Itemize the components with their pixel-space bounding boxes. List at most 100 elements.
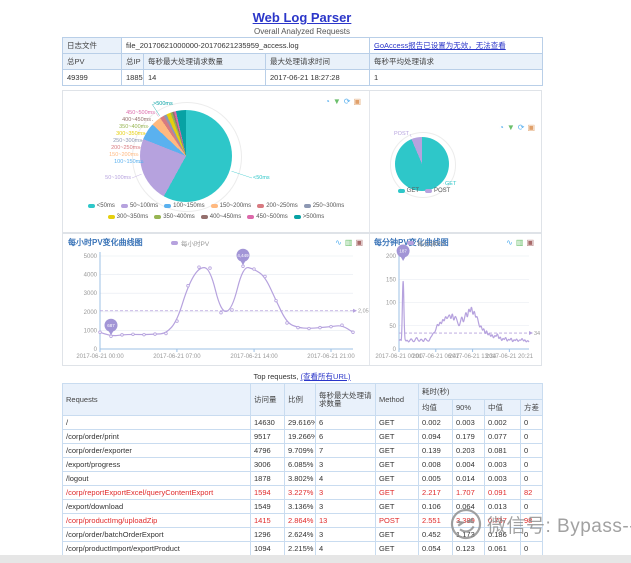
legend-item[interactable]: POST — [425, 188, 450, 194]
svg-text:150: 150 — [386, 277, 397, 283]
table-cell: 1094 — [251, 542, 285, 556]
pie-slice-label: <50ms — [253, 175, 270, 181]
legend-item[interactable]: 150~200ms — [211, 203, 252, 209]
legend-item[interactable]: 300~350ms — [108, 214, 149, 220]
view-all-urls-link[interactable]: (查看所有URL) — [301, 372, 351, 381]
pie-slice-label: 200~250ms — [111, 145, 140, 151]
legend-item[interactable]: >500ms — [294, 214, 325, 220]
method-pie-section: ◔ ▼ ⟳ ▣ POSTGET GETPOST — [369, 91, 540, 232]
col-max-per-sec: 每秒最大处理请求数量 — [316, 384, 376, 416]
svg-text:2017-06-21 00:00: 2017-06-21 00:00 — [76, 354, 124, 360]
legend-label: 350~400ms — [163, 214, 195, 220]
save-image-icon[interactable]: ▣ — [527, 123, 535, 132]
response-time-pie-chart[interactable] — [140, 110, 232, 202]
legend-item[interactable]: 350~400ms — [154, 214, 195, 220]
table-cell: 0.077 — [485, 430, 521, 444]
table-cell: 0 — [521, 416, 543, 430]
table-cell: 6 — [316, 416, 376, 430]
legend-marker — [211, 204, 218, 208]
summary-header-cell: 每秒平均处理请求 — [370, 54, 543, 70]
pie-icon[interactable]: ◔ — [325, 97, 330, 106]
legend-item[interactable]: 400~450ms — [201, 214, 242, 220]
legend-marker — [88, 204, 95, 208]
request-path-cell: /export/progress — [63, 458, 251, 472]
request-path-cell: /logout — [63, 472, 251, 486]
legend-item[interactable]: 450~500ms — [247, 214, 288, 220]
refresh-icon[interactable]: ⟳ — [518, 123, 525, 132]
svg-text:2,058.29: 2,058.29 — [358, 309, 369, 315]
pie1-legend-row2: 300~350ms 350~400ms 400~450ms 450~500ms >500… — [63, 214, 369, 220]
svg-text:0: 0 — [94, 347, 98, 353]
save-image-icon[interactable]: ▣ — [353, 97, 361, 106]
legend-item[interactable]: <50ms — [88, 203, 115, 209]
funnel-icon[interactable]: ▼ — [333, 97, 341, 106]
table-cell: 0 — [521, 542, 543, 556]
legend-label: 200~250ms — [266, 203, 298, 209]
top-requests-text: Top requests, — [253, 372, 300, 381]
table-cell: 4796 — [251, 444, 285, 458]
table-cell: 9.709% — [285, 444, 316, 458]
response-time-pie-section: ◔ ▼ ⟳ ▣ >500ms 450~500ms 400~450ms 350~400m… — [63, 91, 370, 232]
refresh-icon[interactable]: ⟳ — [344, 97, 351, 106]
table-cell: GET — [376, 416, 419, 430]
table-cell: GET — [376, 500, 419, 514]
legend-marker — [425, 189, 432, 193]
col-median: 中值 — [485, 400, 521, 416]
pie-slice-label: 100~150ms — [114, 159, 143, 165]
pie-slice-label: 450~500ms — [126, 110, 155, 116]
svg-text:2017-06-21 14:00: 2017-06-21 14:00 — [230, 354, 278, 360]
table-cell: 0.123 — [453, 542, 485, 556]
table-cell: 13 — [316, 514, 376, 528]
legend-marker — [121, 204, 128, 208]
svg-text:100: 100 — [386, 301, 397, 307]
summary-value-cell: 1885 — [122, 70, 144, 86]
col-90pct: 90% — [453, 400, 485, 416]
goaccess-link[interactable]: GoAccess报告已设置为无效，无法查看 — [374, 41, 506, 50]
col-method: Method — [376, 384, 419, 416]
summary-value-row: 493991885142017-06-21 18:27:281 — [63, 70, 543, 86]
legend-item[interactable]: GET — [398, 188, 419, 194]
table-cell: 0.081 — [485, 444, 521, 458]
legend-item[interactable]: 250~300ms — [304, 203, 345, 209]
legend-item[interactable]: 100~150ms — [164, 203, 205, 209]
summary-value-cell: 2017-06-21 18:27:28 — [266, 70, 370, 86]
legend-item[interactable]: 200~250ms — [257, 203, 298, 209]
table-cell: 0.003 — [485, 458, 521, 472]
table-cell: 6 — [316, 430, 376, 444]
http-method-pie-chart[interactable] — [395, 137, 449, 191]
table-cell: 1296 — [251, 528, 285, 542]
legend-label: <50ms — [97, 203, 115, 209]
hourly-pv-line-chart[interactable]: 0100020003000400050002017-06-21 00:00201… — [63, 234, 369, 365]
pie-icon[interactable]: ◔ — [499, 123, 504, 132]
summary-table: 日志文件 file_20170621000000-20170621235959_… — [62, 37, 543, 86]
legend-marker — [247, 215, 254, 219]
svg-text:200: 200 — [386, 254, 397, 260]
table-cell: 0.005 — [419, 472, 453, 486]
funnel-icon[interactable]: ▼ — [507, 123, 515, 132]
table-cell: GET — [376, 542, 419, 556]
table-cell: GET — [376, 458, 419, 472]
table-cell: 14630 — [251, 416, 285, 430]
minute-pv-line-chart[interactable]: 0501001502002017-06-21 00:002017-06-21 0… — [369, 234, 540, 365]
watermark-text: 微信号: Bypass-- — [487, 511, 631, 538]
web-log-parser-page: Web Log Parser Overall Analyzed Requests… — [0, 0, 631, 563]
bottom-edge-strip — [0, 555, 631, 563]
table-cell: 0.179 — [453, 430, 485, 444]
svg-text:34.3: 34.3 — [534, 331, 540, 337]
svg-text:2017-06-21 21:00: 2017-06-21 21:00 — [307, 354, 355, 360]
legend-label: GET — [407, 188, 419, 194]
page-title-link[interactable]: Web Log Parser — [62, 10, 542, 25]
summary-value-cell: 49399 — [63, 70, 122, 86]
svg-text:187: 187 — [399, 249, 407, 254]
table-cell: 0.014 — [453, 472, 485, 486]
col-requests: Requests — [63, 384, 251, 416]
legend-item[interactable]: 50~100ms — [121, 203, 158, 209]
legend-label: 100~150ms — [173, 203, 205, 209]
table-row: /corp/reportExportExcel/queryContentExpo… — [63, 486, 543, 500]
log-file-value: file_20170621000000-20170621235959_acces… — [122, 38, 370, 54]
summary-value-cell: 14 — [144, 70, 266, 86]
pie-slice-label: 350~400ms — [119, 124, 148, 130]
request-path-cell: /corp/reportExportExcel/queryContentExpo… — [63, 486, 251, 500]
minute-pv-section: 每分钟PV变化曲线图 每分钟PV ∿ ▥ ▣ 0501001502002017-… — [369, 234, 540, 365]
table-cell: 0.054 — [419, 542, 453, 556]
